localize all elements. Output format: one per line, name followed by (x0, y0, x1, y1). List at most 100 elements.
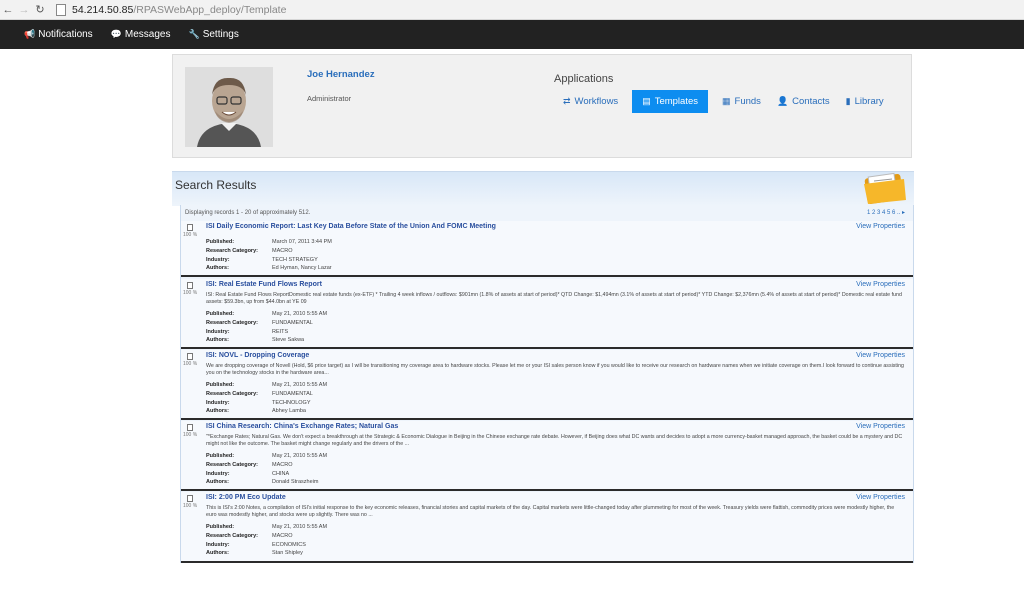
category-value: MACRO (272, 532, 293, 539)
user-name[interactable]: Joe Hernandez (307, 69, 375, 80)
pagination[interactable]: 1 2 3 4 5 6 .. ▸ (867, 209, 905, 216)
authors-label: Authors: (206, 265, 229, 272)
published-value: May 21, 2010 5:55 AM (272, 311, 328, 317)
industry-label: Industry: (206, 256, 230, 263)
view-properties-link[interactable]: View Properties (856, 281, 905, 288)
category-value: FUNDAMENTAL (272, 390, 313, 397)
result-snippet: ISI: Real Estate Fund Flows ReportDomest… (206, 292, 902, 305)
address-bar[interactable]: 54.214.50.85 /RPASWebApp_deploy/Template (56, 2, 286, 17)
result-snippet: We are dropping coverage of Novell (Hold… (206, 363, 904, 376)
app-label: Funds (734, 96, 761, 107)
app-label: Library (854, 96, 884, 107)
app-templates[interactable]: ▤ Templates (632, 90, 709, 113)
category-label: Research Category: (206, 532, 258, 539)
app-label: Contacts (792, 96, 830, 107)
url-host: 54.214.50.85 (72, 3, 134, 16)
relevance-score: 100 % (183, 290, 198, 296)
view-properties-link[interactable]: View Properties (856, 494, 905, 501)
result-snippet: This is ISI's 2:00 Notes, a compilation … (206, 505, 895, 518)
published-value: May 21, 2010 5:55 AM (272, 382, 328, 388)
authors-value: Ed Hyman, Nancy Lazar (272, 265, 332, 272)
result-meta: Published: March 07, 2011 3:44 PM Researc… (206, 238, 332, 273)
authors-value: Steve Sakwa (272, 337, 305, 344)
user-role: Administrator (307, 94, 352, 103)
result-item: 100 % ISI Daily Economic Report: Last Ke… (181, 221, 913, 277)
published-label: Published: (206, 311, 235, 317)
industry-value: ECONOMICS (272, 541, 306, 548)
top-nav-bar: 📢 Notifications 💬 Messages 🔧 Settings (0, 20, 1024, 49)
app-label: Templates (654, 96, 699, 107)
authors-value: Abhey Lamba (272, 408, 306, 415)
nav-settings[interactable]: 🔧 Settings (188, 29, 238, 40)
reload-icon[interactable]: ↻ (32, 3, 48, 16)
document-icon (187, 424, 193, 431)
category-value: MACRO (272, 461, 293, 468)
result-item: 100 % ISI: Real Estate Fund Flows Report… (181, 279, 913, 349)
nav-label: Settings (202, 29, 239, 40)
industry-label: Industry: (206, 399, 230, 406)
result-title[interactable]: ISI: Real Estate Fund Flows Report (206, 281, 322, 288)
authors-label: Authors: (206, 337, 229, 344)
result-title[interactable]: ISI: 2:00 PM Eco Update (206, 494, 286, 501)
avatar (185, 67, 273, 147)
result-title[interactable]: ISI China Research: China's Exchange Rat… (206, 423, 398, 430)
published-label: Published: (206, 382, 235, 388)
app-contacts[interactable]: 👤 Contacts (769, 90, 838, 113)
folder-icon (864, 172, 906, 204)
document-icon (187, 282, 193, 289)
result-snippet: "*Exchange Rates; Natural Gas. We don't … (206, 434, 903, 447)
published-value: May 21, 2010 5:55 AM (272, 453, 328, 459)
applications-nav: ⇄ Workflows ▤ Templates ▦ Funds 👤 Contac… (555, 90, 892, 113)
nav-notifications[interactable]: 📢 Notifications (24, 29, 93, 40)
industry-value: REITS (272, 328, 289, 335)
relevance-score: 100 % (183, 232, 198, 238)
applications-title: Applications (554, 73, 614, 85)
view-properties-link[interactable]: View Properties (856, 352, 905, 359)
result-item: 100 % ISI: 2:00 PM Eco Update View Prope… (181, 492, 913, 563)
published-label: Published: (206, 239, 235, 245)
authors-label: Authors: (206, 550, 229, 557)
category-label: Research Category: (206, 319, 258, 326)
nav-messages[interactable]: 💬 Messages (111, 29, 171, 40)
result-meta: Published: May 21, 2010 5:55 AM Research … (206, 523, 327, 558)
document-icon: ▤ (642, 96, 651, 106)
app-label: Workflows (574, 96, 619, 107)
profile-panel: Joe Hernandez Administrator Applications… (172, 54, 912, 158)
app-funds[interactable]: ▦ Funds (714, 90, 769, 113)
result-meta: Published: May 21, 2010 5:55 AM Research … (206, 381, 327, 416)
category-value: MACRO (272, 247, 293, 254)
browser-toolbar: ← → ↻ 54.214.50.85 /RPASWebApp_deploy/Te… (0, 0, 1024, 20)
bullhorn-icon: 📢 (24, 29, 36, 39)
records-info: Displaying records 1 - 20 of approximate… (185, 210, 311, 216)
category-label: Research Category: (206, 390, 258, 397)
document-icon (187, 495, 193, 502)
search-results-header: Search Results (172, 171, 914, 206)
url-path: /RPASWebApp_deploy/Template (133, 3, 287, 16)
industry-value: TECHNOLOGY (272, 399, 311, 406)
view-properties-link[interactable]: View Properties (856, 423, 905, 430)
result-title[interactable]: ISI: NOVL - Dropping Coverage (206, 352, 309, 359)
document-icon (187, 224, 193, 231)
forward-arrow-icon[interactable]: → (16, 4, 32, 16)
authors-label: Authors: (206, 479, 229, 486)
user-icon: 👤 (776, 96, 789, 106)
swap-icon: ⇄ (563, 96, 571, 106)
industry-label: Industry: (206, 470, 230, 477)
industry-value: TECH STRATEGY (272, 256, 318, 263)
user-photo (185, 67, 273, 147)
authors-label: Authors: (206, 408, 229, 415)
app-workflows[interactable]: ⇄ Workflows (555, 90, 626, 113)
search-results-panel: Displaying records 1 - 20 of approximate… (180, 205, 914, 563)
view-properties-link[interactable]: View Properties (856, 223, 905, 230)
app-library[interactable]: ▮ Library (838, 90, 892, 113)
comment-icon: 💬 (110, 29, 122, 39)
result-title[interactable]: ISI Daily Economic Report: Last Key Data… (206, 223, 496, 230)
bank-icon: ▦ (722, 96, 731, 106)
nav-label: Notifications (38, 29, 93, 40)
result-item: 100 % ISI China Research: China's Exchan… (181, 421, 913, 491)
authors-value: Donald Straszheim (272, 479, 319, 486)
industry-label: Industry: (206, 541, 230, 548)
relevance-score: 100 % (183, 503, 198, 509)
back-arrow-icon[interactable]: ← (0, 4, 16, 16)
relevance-score: 100 % (183, 432, 198, 438)
